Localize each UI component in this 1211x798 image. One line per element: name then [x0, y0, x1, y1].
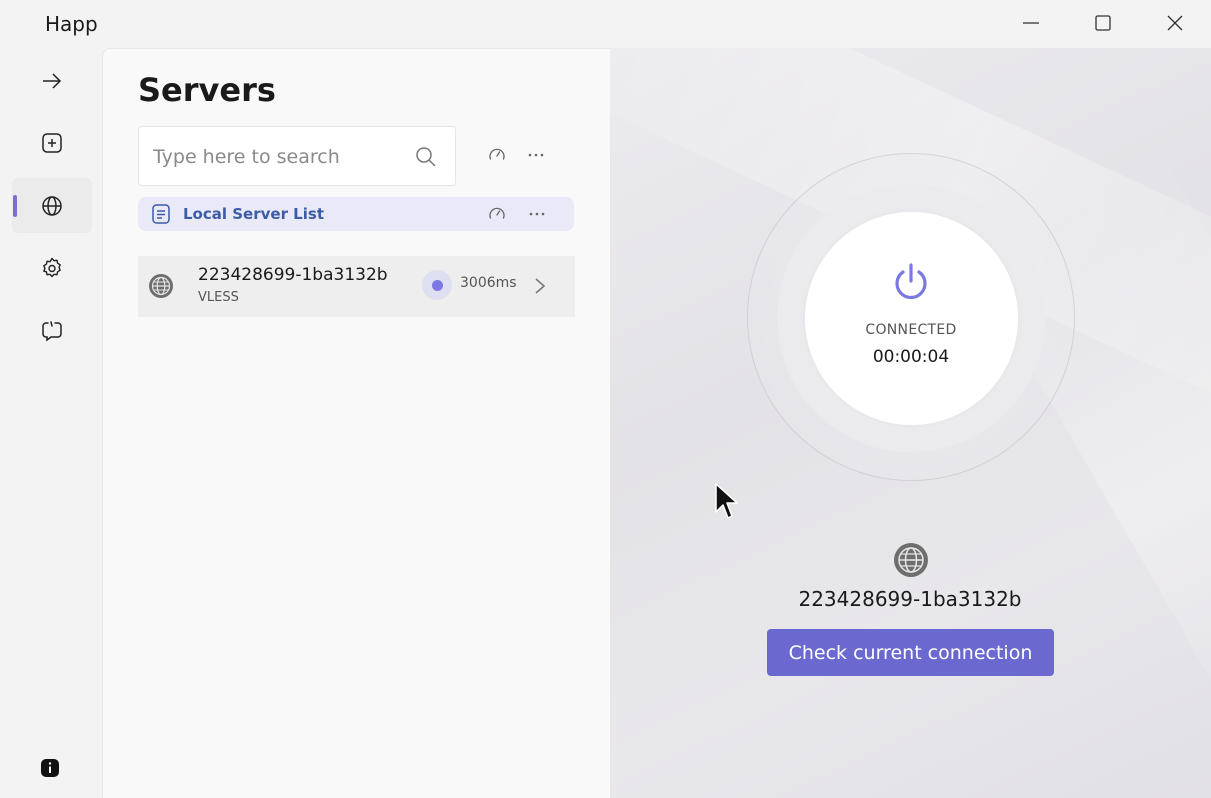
server-list-item[interactable]: 223428699-1ba3132b VLESS 3006ms	[138, 256, 575, 317]
connection-area: CONNECTED 00:00:04 223428699-1ba3132b Ch…	[610, 48, 1211, 798]
ping-all-button[interactable]	[486, 144, 508, 166]
close-icon	[1167, 15, 1183, 31]
info-icon[interactable]	[40, 758, 60, 778]
group-ping-button[interactable]	[486, 203, 508, 225]
server-group-row[interactable]: Local Server List	[138, 197, 574, 231]
search-icon[interactable]	[414, 145, 438, 169]
chat-bubble-icon	[42, 320, 62, 341]
app-window: Happ Servers Type here to search Local S…	[0, 0, 1211, 798]
globe-icon	[894, 543, 928, 577]
arrow-right-icon	[43, 72, 62, 89]
current-server-name: 223428699-1ba3132b	[798, 587, 1022, 611]
server-name: 223428699-1ba3132b	[198, 265, 388, 285]
more-options-button[interactable]	[525, 144, 547, 166]
nav-item-settings[interactable]	[12, 240, 92, 295]
more-icon	[529, 212, 545, 216]
servers-panel: Servers Local Server List 223428699-1ba3…	[102, 48, 610, 798]
power-icon[interactable]	[891, 262, 931, 302]
speedometer-icon	[489, 148, 505, 160]
nav-item-logs[interactable]	[12, 303, 92, 358]
connection-status: CONNECTED	[865, 322, 957, 338]
search-box[interactable]	[138, 126, 456, 186]
document-icon	[152, 204, 170, 224]
nav-rail	[0, 48, 102, 798]
group-more-button[interactable]	[526, 203, 548, 225]
connection-timer: 00:00:04	[872, 347, 950, 367]
title-bar: Happ	[0, 0, 1211, 48]
group-label: Local Server List	[183, 205, 324, 223]
check-connection-button[interactable]: Check current connection	[767, 629, 1054, 676]
connect-toggle-button[interactable]	[805, 212, 1018, 425]
more-icon	[528, 153, 544, 157]
nav-active-indicator	[13, 195, 17, 217]
server-protocol: VLESS	[198, 290, 239, 305]
mouse-cursor-icon	[715, 483, 738, 519]
server-ping: 3006ms	[460, 275, 517, 291]
globe-icon	[149, 274, 173, 298]
globe-icon	[42, 195, 62, 216]
maximize-button[interactable]	[1080, 6, 1126, 40]
speedometer-icon	[489, 207, 505, 219]
minimize-button[interactable]	[1008, 6, 1054, 40]
maximize-icon	[1095, 15, 1111, 31]
app-title: Happ	[45, 12, 98, 36]
add-square-icon	[42, 132, 62, 153]
ping-status-indicator	[422, 270, 452, 300]
gear-icon	[43, 257, 61, 277]
nav-item-add[interactable]	[12, 115, 92, 170]
page-title: Servers	[138, 71, 276, 109]
close-button[interactable]	[1152, 6, 1198, 40]
nav-item-connect[interactable]	[12, 53, 92, 108]
minimize-icon	[1023, 22, 1039, 24]
search-input[interactable]	[153, 141, 403, 173]
nav-item-servers[interactable]	[12, 178, 92, 233]
chevron-right-icon[interactable]	[530, 274, 550, 298]
